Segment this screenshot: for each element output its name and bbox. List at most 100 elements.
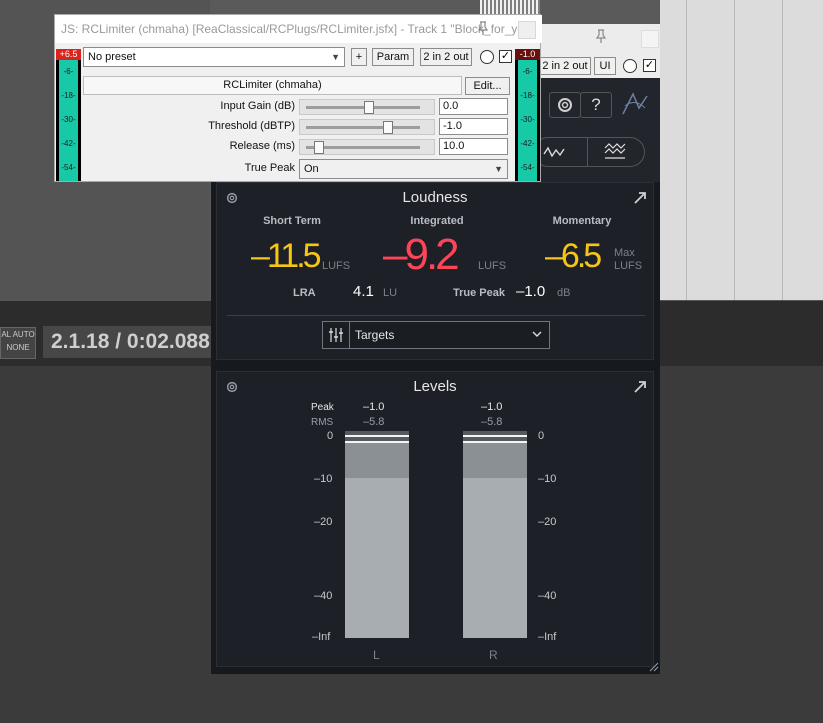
loudness-ui-button[interactable]: UI <box>594 57 616 75</box>
input-gain-field[interactable]: 0.0 <box>439 98 508 115</box>
release-field[interactable]: 10.0 <box>439 138 508 155</box>
momentary-value: –6.5 <box>545 237 602 275</box>
waveform-view-icon[interactable] <box>543 144 567 160</box>
threshold-label: Threshold (dBTP) <box>208 120 295 132</box>
loudness-io-button[interactable]: 2 in 2 out <box>539 57 591 75</box>
add-preset-button[interactable]: + <box>351 48 367 66</box>
threshold-slider[interactable] <box>299 119 435 135</box>
gear-icon <box>558 98 572 112</box>
timecode-display[interactable]: 2.1.18 / 0:02.088 <box>43 326 223 358</box>
right-channel-label: R <box>489 648 498 662</box>
true-peak-dropdown[interactable]: On ▼ <box>299 159 508 179</box>
vu-tick: -30- <box>520 115 535 124</box>
release-label: Release (ms) <box>229 140 295 152</box>
lra-label: LRA <box>293 287 316 299</box>
resize-grip-icon[interactable] <box>647 660 659 672</box>
logo-icon <box>622 92 648 115</box>
pin-icon[interactable] <box>475 20 491 36</box>
output-vu-meter: -1.0 -6- -18- -30- -42- -54- <box>515 49 540 181</box>
help-button[interactable]: ? <box>580 92 612 118</box>
wet-knob[interactable] <box>480 50 494 64</box>
momentary-unit: LUFS <box>614 260 643 272</box>
short-term-value: –11.5 <box>251 237 322 275</box>
true-peak-label: True Peak <box>453 287 505 299</box>
output-peak-value: -1.0 <box>515 49 540 60</box>
bypass-checkbox[interactable]: ✓ <box>643 59 656 72</box>
integrated-label: Integrated <box>410 215 464 227</box>
vu-tick: -54- <box>520 163 535 172</box>
preset-value: No preset <box>88 51 136 63</box>
left-rms-value: –5.8 <box>363 416 385 428</box>
input-gain-label: Input Gain (dB) <box>220 100 295 112</box>
chevron-down-icon: ▼ <box>494 164 503 174</box>
scale-label-right: –Inf <box>538 631 557 643</box>
arrange-timeline <box>660 0 823 300</box>
io-button[interactable]: 2 in 2 out <box>420 48 472 66</box>
scale-label-left: –20 <box>314 516 333 528</box>
momentary-label: Momentary <box>552 215 612 227</box>
scale-label-right: 0 <box>538 430 545 442</box>
automation-mode-button[interactable]: AL AUTO NONE <box>0 327 36 359</box>
scale-label-left: 0 <box>327 430 334 442</box>
scale-label-left: –40 <box>314 590 333 602</box>
release-slider[interactable] <box>299 139 435 155</box>
plugin-name: RCLimiter (chmaha) <box>223 79 322 91</box>
vu-tick: -18- <box>61 91 76 100</box>
loudness-title: Loudness <box>402 189 468 206</box>
peak-label: Peak <box>311 402 334 413</box>
divider <box>227 315 645 316</box>
lra-value: 4.1 <box>353 283 374 300</box>
spectrum-view-icon[interactable] <box>603 142 627 160</box>
scale-label-left: –10 <box>314 473 333 485</box>
true-peak-unit: dB <box>557 287 571 299</box>
lra-unit: LU <box>383 287 398 299</box>
vu-tick: -42- <box>520 139 535 148</box>
true-peak-label: True Peak <box>244 162 295 174</box>
preset-dropdown[interactable]: No preset ▼ <box>83 47 345 67</box>
vu-tick: -6- <box>63 67 74 76</box>
right-rms-value: –5.8 <box>481 416 503 428</box>
vu-tick: -18- <box>520 91 535 100</box>
plugin-name-bar: RCLimiter (chmaha) <box>83 76 462 95</box>
right-peak-value: –1.0 <box>481 401 503 413</box>
levels-title: Levels <box>413 378 457 395</box>
automation-mode: NONE <box>6 343 30 352</box>
input-gain-slider[interactable] <box>299 99 435 115</box>
targets-label: Targets <box>355 328 395 342</box>
close-button[interactable] <box>518 21 536 39</box>
bypass-checkbox[interactable]: ✓ <box>499 50 512 63</box>
pin-icon[interactable] <box>593 28 609 44</box>
vu-tick: -6- <box>522 67 533 76</box>
chevron-down-icon <box>532 331 542 337</box>
true-peak-value: –1.0 <box>516 283 546 300</box>
integrated-unit: LUFS <box>478 260 507 272</box>
chevron-down-icon: ▼ <box>331 52 340 62</box>
edit-button[interactable]: Edit... <box>465 77 510 95</box>
integrated-value: –9.2 <box>383 230 460 279</box>
loudness-close-button[interactable] <box>641 30 659 48</box>
param-button[interactable]: Param <box>372 48 414 66</box>
loudness-meter-plugin: Loudness Short Term Integrated Momentary… <box>211 182 660 674</box>
expand-icon[interactable] <box>633 191 647 205</box>
window-title: JS: RCLimiter (chmaha) [ReaClassical/RCP… <box>55 15 542 43</box>
settings-button[interactable] <box>549 92 581 118</box>
targets-dropdown[interactable]: Targets <box>322 321 550 349</box>
wet-knob[interactable] <box>623 59 637 73</box>
automation-label: AL AUTO <box>1 330 35 339</box>
loudness-panel: Loudness Short Term Integrated Momentary… <box>216 182 654 360</box>
left-channel-label: L <box>373 648 380 662</box>
short-term-label: Short Term <box>263 215 321 227</box>
help-icon: ? <box>591 95 601 114</box>
scale-label-right: –40 <box>538 590 557 602</box>
levels-panel: Levels Peak RMS –1.0 –5.8 –1.0 –5.8 0 –1… <box>216 371 654 667</box>
rclimiter-window: JS: RCLimiter (chmaha) [ReaClassical/RCP… <box>54 14 542 182</box>
sliders-icon <box>329 322 350 348</box>
true-peak-value: On <box>304 163 319 175</box>
expand-icon[interactable] <box>633 380 647 394</box>
threshold-field[interactable]: -1.0 <box>439 118 508 135</box>
short-term-unit: LUFS <box>322 260 351 272</box>
input-peak-value: +6.5 <box>56 49 81 60</box>
scale-label-left: –Inf <box>312 631 331 643</box>
left-peak-value: –1.0 <box>363 401 385 413</box>
scale-label-right: –20 <box>538 516 557 528</box>
